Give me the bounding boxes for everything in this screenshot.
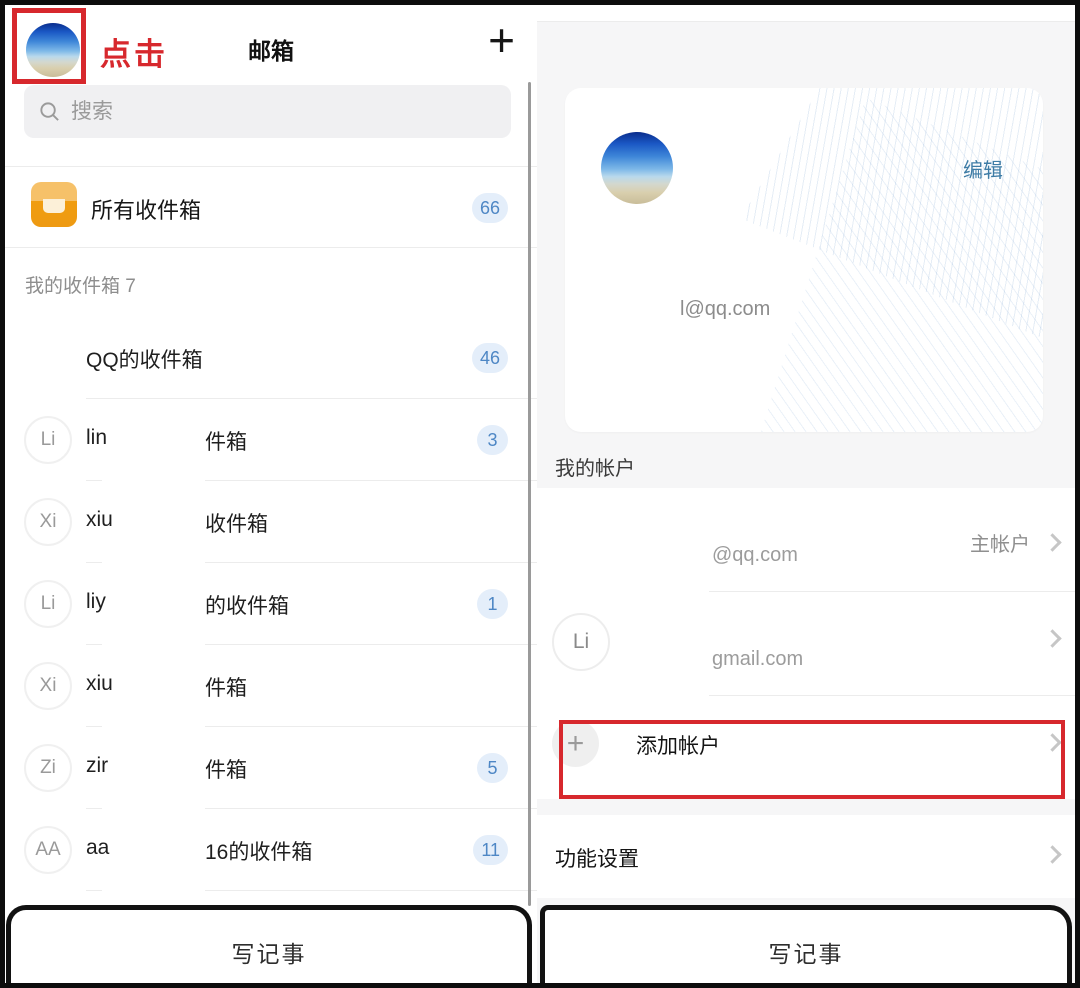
mailbox-name: lin (86, 426, 107, 450)
add-mailbox-icon[interactable]: + (488, 17, 515, 63)
profile-avatar[interactable] (601, 132, 673, 204)
mailbox-list-panel: 点击 邮箱 + 所有收件箱 66 我的收件箱 7 QQ的收件箱 46 Li li… (5, 5, 537, 983)
account-email: @qq.com (712, 544, 798, 567)
divider (86, 890, 102, 891)
chevron-right-icon (1043, 845, 1061, 863)
chevron-right-icon (1043, 733, 1061, 751)
all-inbox-label: 所有收件箱 (91, 193, 201, 225)
chevron-right-icon (1043, 533, 1061, 551)
mailbox-name-suffix: 件箱 (205, 672, 247, 702)
mailbox-name-suffix: 收件箱 (205, 508, 268, 538)
unread-count-badge: 3 (477, 425, 508, 455)
account-email: gmail.com (712, 648, 803, 671)
settings-row[interactable]: 功能设置 (537, 815, 1075, 898)
chevron-right-icon (1043, 629, 1061, 647)
mailbox-avatar: Xi (24, 662, 72, 710)
mailbox-list-item[interactable]: Xi xiu 件箱 (5, 645, 537, 727)
mailbox-avatar: Li (24, 416, 72, 464)
settings-label: 功能设置 (555, 843, 639, 873)
all-inbox-icon (31, 182, 77, 227)
divider (5, 247, 537, 248)
edit-profile-link[interactable]: 编辑 (963, 154, 1003, 183)
divider (205, 890, 537, 891)
search-input[interactable] (71, 100, 471, 124)
mailbox-list: QQ的收件箱 46 Li lin 件箱 3 Xi xiu 收件箱 Li liy … (5, 317, 537, 891)
write-note-sheet[interactable]: 写记事 (540, 905, 1072, 983)
account-avatar (552, 509, 610, 567)
mailbox-avatar: AA (24, 826, 72, 874)
mailbox-name-suffix: 件箱 (205, 754, 247, 784)
unread-count-badge: 1 (477, 589, 508, 619)
mailbox-avatar: Xi (24, 498, 72, 546)
mailbox-name: zir (86, 754, 108, 778)
mailbox-list-item[interactable]: Zi zir 件箱 5 (5, 727, 537, 809)
my-accounts-label: 我的帐户 (555, 452, 635, 481)
unread-count-badge: 11 (473, 835, 508, 865)
profile-card: 编辑 l@qq.com (565, 88, 1043, 432)
plus-icon: + (552, 720, 599, 767)
primary-account-tag: 主帐户 (970, 528, 1030, 557)
mailbox-name: liy (86, 590, 106, 614)
mailbox-list-item[interactable]: AA aa 16的收件箱 11 (5, 809, 537, 891)
add-account-row[interactable]: + 添加帐户 (537, 696, 1075, 799)
profile-email: l@qq.com (680, 298, 770, 321)
mailbox-name: xiu (86, 672, 113, 696)
write-note-sheet[interactable]: 写记事 (6, 905, 532, 983)
account-avatar: Li (552, 613, 610, 671)
add-account-label: 添加帐户 (636, 730, 720, 760)
tutorial-screenshot: 点击 邮箱 + 所有收件箱 66 我的收件箱 7 QQ的收件箱 46 Li li… (0, 0, 1080, 988)
mailbox-list-item[interactable]: QQ的收件箱 46 (5, 317, 537, 399)
write-note-label: 写记事 (769, 935, 844, 969)
top-strip (537, 5, 1075, 22)
unread-count-badge: 5 (477, 753, 508, 783)
mailbox-name: xiu (86, 508, 113, 532)
mailbox-avatar: Li (24, 580, 72, 628)
all-inbox-unread-badge: 66 (472, 193, 508, 223)
all-inbox-row[interactable]: 所有收件箱 66 (5, 167, 537, 247)
mailbox-avatar (24, 334, 72, 382)
mailbox-name-suffix: 的收件箱 (205, 590, 289, 620)
account-row[interactable]: Li gmail.com (537, 592, 1075, 696)
mailbox-list-item[interactable]: Li lin 件箱 3 (5, 399, 537, 481)
mailbox-name-suffix: 件箱 (205, 426, 247, 456)
scrollbar[interactable] (528, 82, 531, 906)
mailbox-list-item[interactable]: Xi xiu 收件箱 (5, 481, 537, 563)
my-inbox-section-label: 我的收件箱 7 (25, 271, 136, 298)
mailbox-name-suffix: 16的收件箱 (205, 836, 312, 866)
mailbox-name: aa (86, 836, 109, 860)
account-panel: 编辑 l@qq.com 我的帐户 @qq.com 主帐户 Li gmail.co… (537, 5, 1075, 983)
search-bar[interactable] (24, 85, 511, 138)
mailbox-name: QQ的收件箱 (86, 344, 203, 374)
account-row[interactable]: @qq.com 主帐户 (537, 488, 1075, 592)
accounts-list: @qq.com 主帐户 Li gmail.com + 添加帐户 (537, 488, 1075, 799)
mailbox-list-item[interactable]: Li liy 的收件箱 1 (5, 563, 537, 645)
search-icon (38, 100, 61, 123)
mailbox-avatar: Zi (24, 744, 72, 792)
unread-count-badge: 46 (472, 343, 508, 373)
page-title: 邮箱 (5, 32, 537, 66)
write-note-label: 写记事 (232, 935, 307, 969)
